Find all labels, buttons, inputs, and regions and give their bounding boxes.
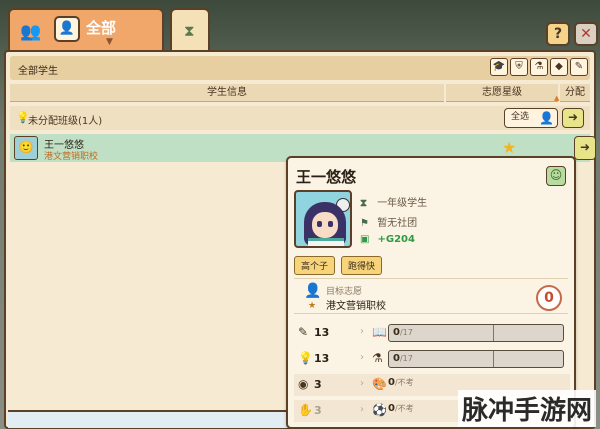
- grade-text: 一年级学生: [377, 198, 428, 209]
- trait-tag: 跑得快: [341, 256, 383, 275]
- hourglass-icon: ⧗: [184, 22, 195, 40]
- trait-tags: 高个子 跑得快: [294, 256, 383, 275]
- watermark: 脉冲手游网: [457, 390, 596, 427]
- progress-bar: 0/17: [388, 350, 564, 368]
- student-detail-popup: 王一悠悠 ☺ ⧗ 一年级学生 ⚑ 暂无社团 ▣ +G204 高个子 跑得快 👤 …: [286, 156, 576, 429]
- sort-indicator-icon: ▲: [554, 94, 560, 102]
- stat-value: 13: [314, 326, 330, 339]
- help-button[interactable]: ?: [546, 22, 570, 46]
- select-all-button[interactable]: 全选 👤: [504, 108, 558, 128]
- club-line: ⚑ 暂无社团: [360, 214, 417, 229]
- hand-icon: ✋: [298, 403, 313, 417]
- target-school: 港文营销职校: [326, 301, 386, 312]
- ball-icon: ⚽: [372, 403, 387, 417]
- bar-value: 0: [393, 353, 400, 364]
- toolbar: 全部学生 🎓 ⛨ ⚗ ◆ ✎: [10, 56, 590, 80]
- bottom-strip: [8, 410, 290, 428]
- assign-arrow-button[interactable]: ➜: [574, 136, 596, 160]
- bulb-icon: 💡: [298, 351, 313, 365]
- column-wish-stars[interactable]: 志愿星级: [446, 84, 558, 102]
- people-icon[interactable]: 👥: [16, 20, 46, 44]
- select-all-label: 全选: [511, 112, 530, 122]
- column-assign[interactable]: 分配: [560, 84, 590, 102]
- bar-max: /不考: [394, 404, 414, 413]
- diamond-icon[interactable]: ◆: [550, 58, 568, 76]
- book-icon: 📖: [372, 325, 387, 339]
- avatar: 🙂: [14, 136, 38, 160]
- filter-icons: 🎓 ⛨ ⚗ ◆ ✎: [490, 58, 588, 76]
- smile-icon: ☺: [546, 166, 566, 186]
- money-line: ▣ +G204: [360, 234, 415, 245]
- person-icon: 👤: [304, 283, 322, 299]
- star-icon: ★: [502, 138, 517, 157]
- student-window: 👥 👤 全部 ▼ ⧗ ? ✕ 全部学生 🎓 ⛨ ⚗ ◆ ✎ 学生信息 志愿星级 …: [4, 2, 598, 429]
- student-school: 港文营销职校: [44, 152, 99, 162]
- stat-value: 3: [314, 378, 322, 391]
- target-label: 目标志愿: [326, 287, 363, 297]
- toolbar-title: 全部学生: [18, 66, 58, 77]
- shield-icon[interactable]: ⛨: [510, 58, 528, 76]
- money-icon: ▣: [360, 234, 370, 245]
- star-icon: ★: [308, 301, 317, 311]
- student-portrait: [294, 190, 352, 248]
- flask-icon: ⚗: [372, 351, 383, 365]
- person-settings-icon[interactable]: 👤: [54, 16, 80, 42]
- bar-max: /17: [399, 354, 413, 363]
- club-text: 暂无社团: [377, 218, 418, 229]
- stat-row-study: ✎ 13 › 📖 0/17: [294, 322, 570, 344]
- flask-icon[interactable]: ⚗: [530, 58, 548, 76]
- target-marker: [493, 325, 494, 341]
- palette-icon: 🎨: [372, 377, 387, 391]
- tab-all-label: 全部: [86, 19, 117, 37]
- person-edit-icon: 👤: [539, 111, 554, 125]
- bar-value: 0: [388, 403, 395, 414]
- money-text: +G204: [377, 234, 415, 245]
- hourglass-icon: ⧗: [360, 198, 368, 209]
- hat-icon[interactable]: 🎓: [490, 58, 508, 76]
- tab-all[interactable]: 👥 👤 全部 ▼: [8, 8, 164, 54]
- detail-name: 王一悠悠: [296, 168, 357, 186]
- target-school-section: 👤 ★ 目标志愿 港文营销职校 0: [294, 278, 568, 314]
- notebook-icon: ✎: [298, 325, 309, 339]
- group-row-unassigned[interactable]: 💡 未分配班级(1人) 全选 👤 ➜: [10, 106, 590, 130]
- column-student-info[interactable]: 学生信息: [10, 84, 444, 102]
- eye-icon: ◉: [298, 377, 309, 391]
- tab-hourglass[interactable]: ⧗: [170, 8, 210, 54]
- bar-max: /17: [399, 328, 413, 337]
- grade-line: ⧗ 一年级学生: [360, 194, 427, 209]
- edit-icon[interactable]: ✎: [570, 58, 588, 76]
- stat-value: 13: [314, 352, 330, 365]
- close-button[interactable]: ✕: [574, 22, 598, 46]
- club-icon: ⚑: [360, 218, 369, 229]
- stat-value: 3: [314, 404, 322, 417]
- stat-row-idea: 💡 13 › ⚗ 0/17: [294, 348, 570, 370]
- trait-tag: 高个子: [294, 256, 336, 275]
- assign-all-arrow-button[interactable]: ➜: [562, 108, 584, 128]
- group-label: 未分配班级(1人): [28, 116, 103, 127]
- chevron-down-icon: ▼: [106, 37, 113, 47]
- progress-bar: 0/17: [388, 324, 564, 342]
- target-count-badge: 0: [536, 285, 562, 311]
- bar-value: 0: [388, 377, 395, 388]
- bar-value: 0: [393, 327, 400, 338]
- bar-max: /不考: [394, 378, 414, 387]
- target-marker: [493, 351, 494, 367]
